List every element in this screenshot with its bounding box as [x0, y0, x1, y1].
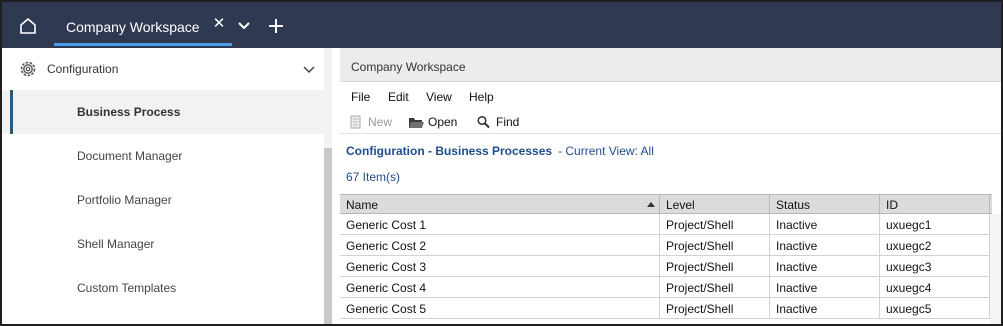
menu-view[interactable]: View	[426, 90, 452, 104]
new-button-label: New	[368, 115, 393, 129]
table-row[interactable]: Generic Cost 5 Project/Shell Inactive ux…	[340, 298, 992, 319]
cell-id: uxuegc2	[880, 235, 990, 255]
column-header-label: Name	[346, 198, 379, 212]
menu-bar: File Edit View Help	[340, 84, 1001, 108]
column-header-id[interactable]: ID	[880, 195, 990, 214]
chevron-down-icon[interactable]	[236, 18, 252, 34]
tab-label: Company Workspace	[66, 19, 200, 35]
sidebar-item-label: Business Process	[77, 105, 181, 119]
cell-name: Generic Cost 2	[340, 235, 660, 255]
current-view-label: - Current View: All	[558, 144, 654, 158]
plus-icon[interactable]	[266, 16, 286, 36]
sidebar: Configuration Business Process Document …	[2, 48, 332, 324]
home-button[interactable]	[8, 8, 48, 44]
open-button[interactable]: Open	[408, 113, 457, 131]
panel-title-bar: Company Workspace	[340, 48, 1001, 82]
top-bar: Company Workspace ✕	[2, 2, 1001, 48]
cell-level: Project/Shell	[660, 277, 770, 297]
cell-level: Project/Shell	[660, 256, 770, 276]
gear-icon	[20, 61, 36, 77]
table-row[interactable]: Generic Cost 3 Project/Shell Inactive ux…	[340, 256, 992, 277]
cell-name: Generic Cost 4	[340, 277, 660, 297]
cell-name: Generic Cost 1	[340, 214, 660, 234]
cell-status: Inactive	[770, 214, 880, 234]
cell-id: uxuegc1	[880, 214, 990, 234]
toolbar: New Open Find	[340, 108, 1001, 134]
new-document-icon	[350, 115, 361, 129]
cell-id: uxuegc4	[880, 277, 990, 297]
table-row[interactable]: Generic Cost 4 Project/Shell Inactive ux…	[340, 277, 992, 298]
item-count: 67 Item(s)	[346, 170, 401, 184]
cell-level: Project/Shell	[660, 235, 770, 255]
cell-id: uxuegc3	[880, 256, 990, 276]
home-icon	[20, 18, 36, 34]
open-folder-icon	[409, 118, 424, 128]
new-button[interactable]: New	[348, 113, 392, 131]
sidebar-item-label: Portfolio Manager	[77, 193, 172, 207]
grid-header: Name Level Status ID	[340, 194, 992, 214]
sidebar-scrollbar-thumb[interactable]	[324, 148, 332, 324]
table-row[interactable]: Generic Cost 1 Project/Shell Inactive ux…	[340, 214, 992, 235]
main-panel: Company Workspace File Edit View Help Ne…	[340, 48, 1001, 324]
cell-level: Project/Shell	[660, 298, 770, 318]
sidebar-item-portfolio-manager[interactable]: Portfolio Manager	[2, 178, 324, 222]
sort-ascending-icon	[647, 202, 655, 207]
cell-status: Inactive	[770, 298, 880, 318]
column-header-label: Status	[776, 198, 811, 212]
cell-id: uxuegc5	[880, 298, 990, 318]
app-window: Company Workspace ✕ Configuration Busine…	[0, 0, 1003, 326]
cell-name: Generic Cost 3	[340, 256, 660, 276]
cell-status: Inactive	[770, 235, 880, 255]
search-icon	[477, 115, 490, 129]
sidebar-item-custom-templates[interactable]: Custom Templates	[2, 266, 324, 310]
sidebar-item-label: Custom Templates	[77, 281, 177, 295]
panel-title: Company Workspace	[351, 60, 466, 74]
menu-edit[interactable]: Edit	[388, 90, 409, 104]
table-row[interactable]: Generic Cost 2 Project/Shell Inactive ux…	[340, 235, 992, 256]
column-header-status[interactable]: Status	[770, 195, 880, 214]
menu-help[interactable]: Help	[469, 90, 494, 104]
column-header-name[interactable]: Name	[340, 195, 660, 214]
active-tab-indicator	[54, 43, 232, 46]
column-header-label: Level	[666, 198, 695, 212]
sidebar-section-configuration[interactable]: Configuration	[2, 48, 324, 90]
chevron-down-icon[interactable]	[302, 63, 316, 77]
find-button-label: Find	[496, 115, 520, 129]
sidebar-item-label: Document Manager	[77, 149, 183, 163]
sidebar-item-business-process[interactable]: Business Process	[2, 90, 324, 134]
close-icon[interactable]: ✕	[212, 15, 226, 33]
breadcrumb: Configuration - Business Processes - Curr…	[346, 144, 654, 158]
grid-scrollbar[interactable]	[990, 214, 1001, 324]
column-header-level[interactable]: Level	[660, 195, 770, 214]
tab-company-workspace[interactable]: Company Workspace ✕	[54, 6, 232, 46]
cell-status: Inactive	[770, 256, 880, 276]
find-button[interactable]: Find	[476, 113, 519, 131]
breadcrumb-link[interactable]: Configuration - Business Processes	[346, 144, 552, 158]
open-button-label: Open	[428, 115, 458, 129]
sidebar-item-document-manager[interactable]: Document Manager	[2, 134, 324, 178]
menu-file[interactable]: File	[351, 90, 370, 104]
cell-level: Project/Shell	[660, 214, 770, 234]
column-header-label: ID	[886, 198, 898, 212]
sidebar-section-label: Configuration	[47, 62, 119, 76]
cell-status: Inactive	[770, 277, 880, 297]
sidebar-item-shell-manager[interactable]: Shell Manager	[2, 222, 324, 266]
cell-name: Generic Cost 5	[340, 298, 660, 318]
sidebar-item-label: Shell Manager	[77, 237, 155, 251]
